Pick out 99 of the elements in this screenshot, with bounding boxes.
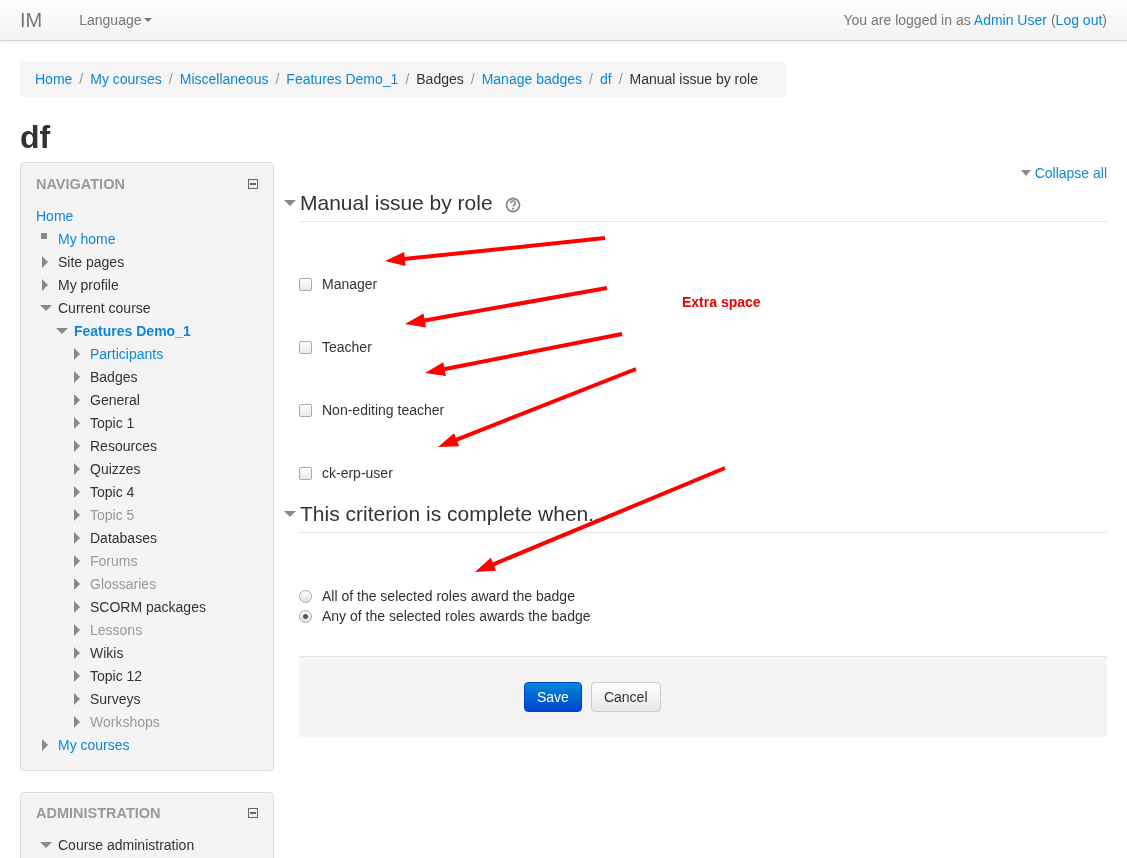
breadcrumb-separator: / [588, 71, 594, 87]
breadcrumb-item[interactable]: Features Demo_1 [286, 71, 399, 87]
nav-item[interactable]: Participants [90, 345, 164, 362]
nav-item[interactable]: Topic 1 [90, 414, 135, 431]
nav-item[interactable]: Wikis [90, 644, 124, 661]
nav-item[interactable]: Badges [90, 368, 138, 385]
checkbox[interactable] [299, 466, 312, 480]
breadcrumb-separator: / [469, 71, 476, 87]
parenthesis: ) [1102, 12, 1107, 28]
breadcrumb-item[interactable]: df [599, 71, 612, 87]
collapsed-arrow-icon[interactable] [74, 669, 80, 682]
nav-item[interactable]: My profile [58, 276, 119, 293]
collapsed-arrow-icon[interactable] [74, 439, 80, 452]
collapsed-arrow-icon[interactable] [74, 508, 80, 521]
site-brand[interactable]: IM [20, 8, 43, 32]
collapsed-arrow-icon[interactable] [74, 531, 80, 544]
breadcrumb-item[interactable]: Miscellaneous [179, 71, 269, 87]
collapsed-arrow-icon[interactable] [42, 255, 48, 268]
collapsed-arrow-icon[interactable] [74, 393, 80, 406]
annotation-text: Extra space [682, 294, 761, 310]
nav-item[interactable]: Current course [58, 299, 151, 316]
parenthesis: ( [1050, 12, 1056, 28]
collapsed-arrow-icon[interactable] [74, 416, 80, 429]
nav-item[interactable]: Surveys [90, 690, 141, 707]
radio-button[interactable] [299, 609, 312, 623]
nav-item[interactable]: Forums [90, 552, 138, 569]
nav-item[interactable]: Topic 12 [90, 667, 143, 684]
collapsed-arrow-icon[interactable] [74, 554, 80, 567]
collapsed-arrow-icon[interactable] [74, 600, 80, 613]
breadcrumb-separator: / [617, 71, 624, 87]
nav-item[interactable]: SCORM packages [90, 598, 206, 615]
block-title: ADMINISTRATION [36, 805, 161, 821]
section-heading[interactable]: This criterion is complete when... [300, 502, 606, 526]
breadcrumb-item[interactable]: Manage badges [481, 71, 583, 87]
login-info: You are logged in as Admin User [843, 12, 1047, 28]
nav-item[interactable]: Home [36, 207, 74, 224]
nav-item[interactable]: Site pages [58, 253, 125, 270]
nav-item[interactable]: Glossaries [90, 575, 157, 592]
page-title: df [20, 118, 51, 157]
breadcrumb-item: Manual issue by role [629, 71, 758, 87]
cancel-button[interactable]: Cancel [590, 682, 661, 712]
collapsed-arrow-icon[interactable] [74, 462, 80, 475]
checkbox[interactable] [299, 340, 312, 354]
nav-item[interactable]: Features Demo_1 [74, 322, 191, 339]
collapsed-arrow-icon[interactable] [74, 646, 80, 659]
collapsed-arrow-icon[interactable] [74, 692, 80, 705]
expanded-arrow-icon[interactable] [40, 841, 52, 848]
checkbox[interactable] [299, 277, 312, 291]
breadcrumb-item[interactable]: Home [35, 71, 73, 87]
caret-icon [143, 18, 152, 22]
collapsed-arrow-icon[interactable] [74, 485, 80, 498]
option-label: All of the selected roles award the badge [322, 588, 575, 604]
role-label: Teacher [322, 339, 372, 355]
breadcrumb-item: Badges [416, 71, 464, 87]
logout-link[interactable]: Log out [1055, 12, 1103, 28]
collapse-arrow-icon [1020, 170, 1031, 176]
breadcrumb-separator: / [404, 71, 411, 87]
collapsed-arrow-icon[interactable] [42, 278, 48, 291]
nav-item[interactable]: My courses [58, 736, 130, 753]
block-title: NAVIGATION [36, 176, 125, 192]
save-button[interactable]: Save [524, 682, 582, 712]
collapsed-arrow-icon[interactable] [74, 577, 80, 590]
role-label: ck-erp-user [322, 465, 393, 481]
help-icon[interactable] [504, 197, 521, 213]
section-toggle-icon[interactable] [284, 511, 296, 517]
breadcrumb-separator: / [274, 71, 281, 87]
nav-item[interactable]: Resources [90, 437, 157, 454]
nav-item[interactable]: Course administration [58, 836, 195, 853]
nav-item[interactable]: Lessons [90, 621, 143, 638]
checkbox[interactable] [299, 403, 312, 417]
collapsed-arrow-icon[interactable] [74, 715, 80, 728]
collapsed-arrow-icon[interactable] [74, 370, 80, 383]
nav-item[interactable]: Topic 4 [90, 483, 135, 500]
section-toggle-icon[interactable] [284, 200, 296, 206]
collapse-all-link[interactable]: Collapse all [1020, 165, 1107, 181]
collapsed-arrow-icon[interactable] [74, 347, 80, 360]
collapsed-arrow-icon[interactable] [74, 623, 80, 636]
nav-item[interactable]: My home [58, 230, 116, 247]
nav-item[interactable]: General [90, 391, 140, 408]
section-heading[interactable]: Manual issue by role [300, 191, 493, 215]
nav-item[interactable]: Workshops [90, 713, 160, 730]
bullet-icon [41, 232, 47, 239]
user-name-link[interactable]: Admin User [973, 12, 1047, 28]
language-menu[interactable]: Language [79, 12, 152, 28]
role-label: Non-editing teacher [322, 402, 445, 418]
collapsed-arrow-icon[interactable] [42, 738, 48, 751]
nav-item[interactable]: Topic 5 [90, 506, 135, 523]
breadcrumb-item[interactable]: My courses [90, 71, 162, 87]
breadcrumb-separator: / [167, 71, 174, 87]
breadcrumb-separator: / [78, 71, 85, 87]
radio-button[interactable] [299, 589, 312, 603]
nav-item[interactable]: Databases [90, 529, 157, 546]
nav-item[interactable]: Quizzes [90, 460, 141, 477]
collapse-block-icon[interactable] [248, 179, 258, 189]
role-label: Manager [322, 276, 378, 292]
collapse-block-icon[interactable] [248, 808, 258, 818]
expanded-arrow-icon[interactable] [40, 304, 52, 311]
option-label: Any of the selected roles awards the badge [322, 608, 591, 624]
expanded-arrow-icon[interactable] [56, 327, 68, 334]
